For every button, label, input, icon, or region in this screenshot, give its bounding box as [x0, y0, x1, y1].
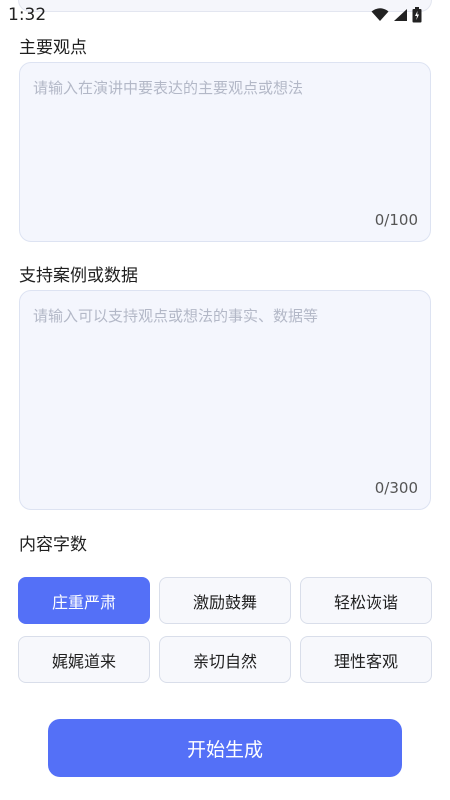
support-label: 支持案例或数据	[19, 266, 138, 286]
status-bar: 1:32	[0, 0, 450, 30]
support-counter: 0/300	[374, 479, 418, 497]
generator-page: 1:32 主要观点 请输入在演讲中要表达的主要观点或想法 0/100 支持案例或…	[0, 0, 450, 800]
tone-option-rational[interactable]: 理性客观	[300, 636, 432, 683]
tone-option-humorous[interactable]: 轻松诙谐	[300, 577, 432, 624]
status-icons	[371, 7, 422, 23]
support-input[interactable]: 请输入可以支持观点或想法的事实、数据等 0/300	[19, 290, 431, 510]
tone-option-inspiring[interactable]: 激励鼓舞	[159, 577, 291, 624]
battery-icon	[412, 7, 422, 23]
main-point-label: 主要观点	[19, 38, 87, 58]
status-time: 1:32	[8, 5, 47, 25]
signal-icon	[394, 9, 407, 21]
tone-option-solemn[interactable]: 庄重严肃	[18, 577, 150, 624]
tone-label: 内容字数	[19, 535, 87, 555]
main-point-input[interactable]: 请输入在演讲中要表达的主要观点或想法 0/100	[19, 62, 431, 242]
wifi-icon	[371, 8, 389, 21]
tone-option-narrative[interactable]: 娓娓道来	[18, 636, 150, 683]
support-placeholder: 请输入可以支持观点或想法的事实、数据等	[33, 307, 319, 325]
main-point-placeholder: 请输入在演讲中要表达的主要观点或想法	[33, 79, 304, 97]
main-point-counter: 0/100	[374, 211, 418, 229]
tone-option-friendly[interactable]: 亲切自然	[159, 636, 291, 683]
generate-button[interactable]: 开始生成	[48, 719, 402, 777]
